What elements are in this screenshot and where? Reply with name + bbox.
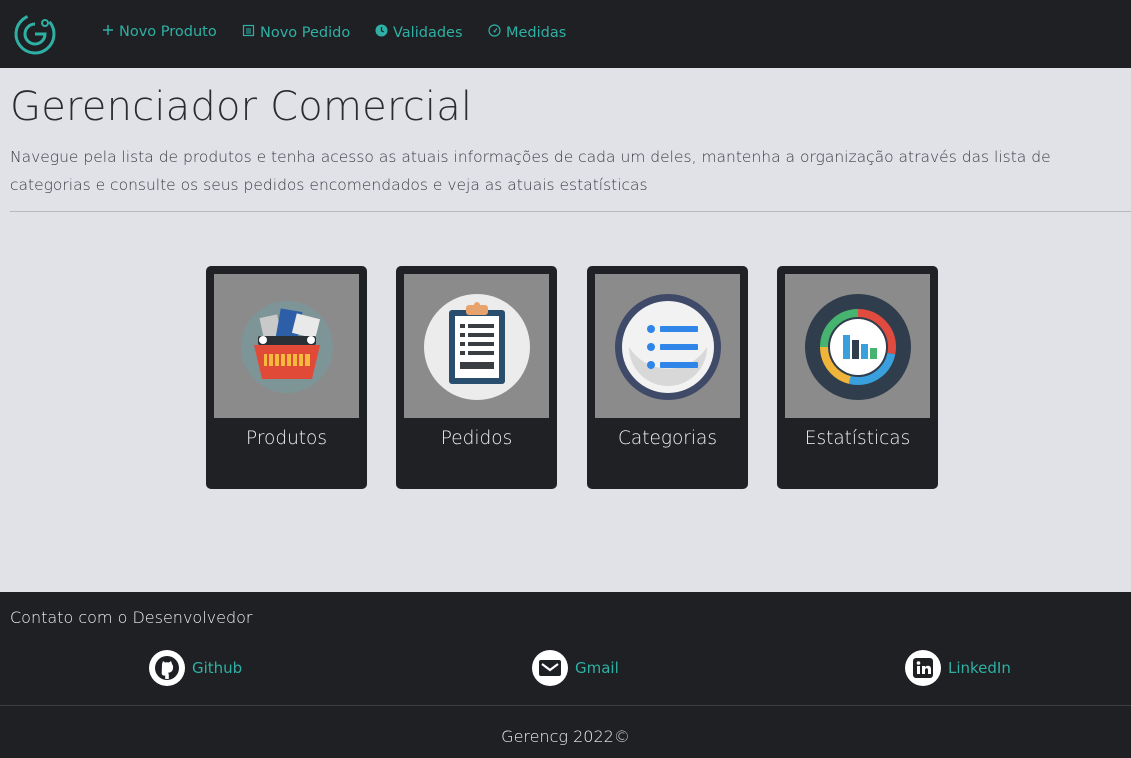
gauge-icon: [488, 24, 501, 41]
card-categorias[interactable]: Categorias: [587, 266, 748, 489]
linkedin-icon: [905, 650, 941, 686]
clock-icon: [375, 24, 388, 41]
card-thumbnail: [404, 274, 549, 418]
card-thumbnail: [785, 274, 930, 418]
list-icon: [615, 294, 721, 400]
page-title: Gerenciador Comercial: [10, 84, 473, 130]
footer-divider: [0, 705, 1131, 706]
logo-icon[interactable]: [12, 11, 58, 57]
navbar: Novo Produto Novo Pedido Validades Medid…: [0, 0, 1131, 68]
card-thumbnail: [595, 274, 740, 418]
card-thumbnail: [214, 274, 359, 418]
card-estatisticas[interactable]: Estatísticas: [777, 266, 938, 489]
copyright: Gerencg 2022©: [501, 727, 630, 746]
github-label: Github: [192, 659, 243, 677]
card-pedidos[interactable]: Pedidos: [396, 266, 557, 489]
card-label: Categorias: [617, 428, 718, 449]
gmail-label: Gmail: [575, 659, 619, 677]
nav-label: Novo Pedido: [260, 24, 351, 41]
gmail-icon: [532, 650, 568, 686]
nav-validades[interactable]: Validades: [375, 24, 463, 41]
contact-title: Contato com o Desenvolvedor: [10, 608, 253, 627]
nav-novo-produto[interactable]: Novo Produto: [102, 24, 217, 40]
linkedin-link[interactable]: LinkedIn: [905, 650, 1011, 686]
plus-icon: [102, 24, 114, 40]
divider: [10, 211, 1131, 212]
nav-medidas[interactable]: Medidas: [488, 24, 566, 41]
nav-novo-pedido[interactable]: Novo Pedido: [242, 24, 350, 41]
card-label: Estatísticas: [804, 428, 911, 449]
footer: Contato com o Desenvolvedor Github Gmail…: [0, 592, 1131, 758]
linkedin-label: LinkedIn: [948, 659, 1011, 677]
github-icon: [149, 650, 185, 686]
nav-label: Medidas: [506, 24, 567, 41]
card-label: Produtos: [245, 428, 328, 449]
shopping-basket-icon: [241, 301, 333, 393]
clipboard-list-icon: [424, 294, 530, 400]
card-label: Pedidos: [440, 428, 513, 449]
nav-label: Validades: [393, 24, 463, 41]
clipboard-icon: [242, 24, 255, 41]
gmail-link[interactable]: Gmail: [532, 650, 619, 686]
github-link[interactable]: Github: [149, 650, 242, 686]
card-produtos[interactable]: Produtos: [206, 266, 367, 489]
bar-chart-icon: [805, 294, 911, 400]
nav-label: Novo Produto: [119, 24, 217, 40]
page-description: Navegue pela lista de produtos e tenha a…: [10, 148, 1051, 194]
